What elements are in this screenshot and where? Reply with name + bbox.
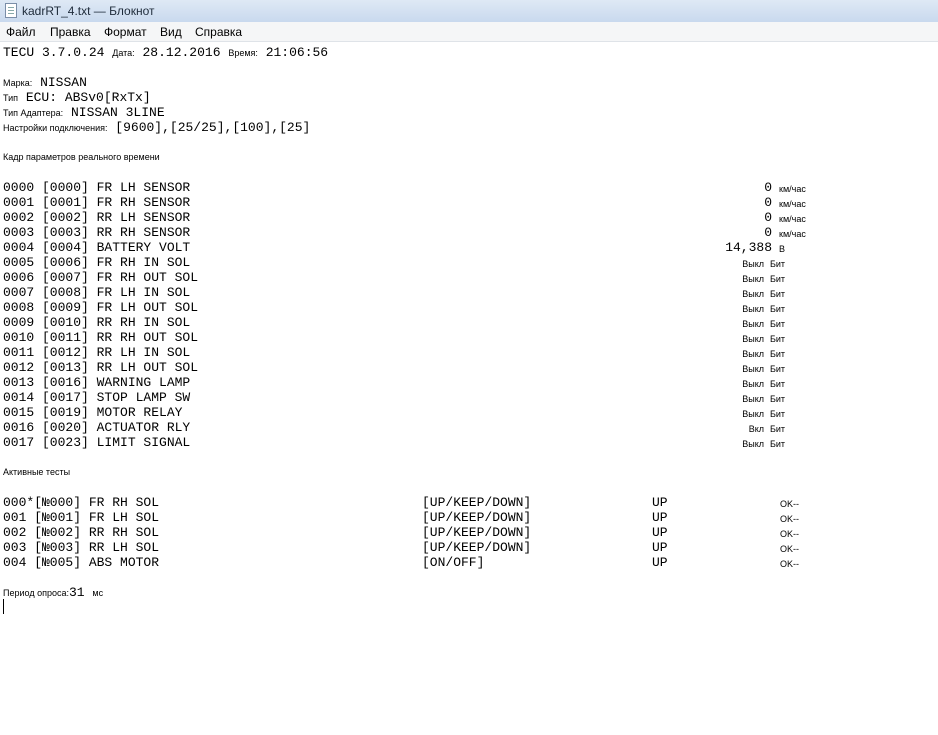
param-value: Выкл	[742, 319, 764, 329]
param-row: 0000 [0000] FR LH SENSOR	[3, 180, 191, 195]
info-adapter-type: Тип Адаптера: NISSAN 3LINE	[3, 105, 165, 120]
param-unit: Бит	[770, 424, 786, 434]
param-row: 0017 [0023] LIMIT SIGNAL	[3, 435, 191, 450]
test-result: OK--	[780, 514, 799, 524]
text-editor[interactable]: TECU 3.7.0.24 Дата: 28.12.2016 Время: 21…	[0, 42, 938, 735]
test-result: OK--	[780, 559, 799, 569]
param-value: Выкл	[742, 439, 764, 449]
param-value: Выкл	[742, 379, 764, 389]
tests-section-title: Активные тесты	[3, 467, 71, 477]
param-row: 0010 [0011] RR RH OUT SOL	[3, 330, 199, 345]
param-unit: км/час	[779, 214, 806, 224]
text-caret	[3, 599, 4, 614]
param-value: 14,388	[725, 240, 772, 255]
param-value: 0	[764, 210, 772, 225]
param-unit: Бит	[770, 274, 786, 284]
param-unit: км/час	[779, 199, 806, 209]
test-state: UP	[652, 525, 668, 540]
param-unit: Бит	[770, 379, 786, 389]
test-row: 000*[№000] FR RH SOL	[3, 495, 160, 510]
param-row: 0001 [0001] FR RH SENSOR	[3, 195, 191, 210]
test-row: 004 [№005] ABS MOTOR	[3, 555, 160, 570]
param-unit: Бит	[770, 364, 786, 374]
param-unit: Бит	[770, 319, 786, 329]
test-state: UP	[652, 510, 668, 525]
test-modes: [UP/KEEP/DOWN]	[422, 525, 532, 540]
param-row: 0005 [0006] FR RH IN SOL	[3, 255, 191, 270]
menu-edit[interactable]: Правка	[50, 25, 91, 39]
test-state: UP	[652, 555, 668, 570]
time-value: 21:06:56	[265, 45, 329, 60]
param-value: 0	[764, 195, 772, 210]
realtime-section-title: Кадр параметров реального времени	[3, 152, 160, 162]
param-unit: км/час	[779, 229, 806, 239]
date-value: 28.12.2016	[142, 45, 221, 60]
menu-view[interactable]: Вид	[160, 25, 182, 39]
param-unit: Бит	[770, 409, 786, 419]
param-unit: Бит	[770, 304, 786, 314]
menu-help[interactable]: Справка	[195, 25, 242, 39]
param-row: 0008 [0009] FR LH OUT SOL	[3, 300, 199, 315]
param-row: 0016 [0020] ACTUATOR RLY	[3, 420, 191, 435]
test-result: OK--	[780, 544, 799, 554]
time-label: Время:	[228, 48, 258, 58]
param-unit: Бит	[770, 349, 786, 359]
param-row: 0011 [0012] RR LH IN SOL	[3, 345, 191, 360]
param-value: Выкл	[742, 289, 764, 299]
app-version: TECU 3.7.0.24	[3, 45, 105, 60]
notepad-icon	[5, 3, 17, 18]
header-line: TECU 3.7.0.24 Дата: 28.12.2016 Время: 21…	[3, 45, 328, 61]
test-result: OK--	[780, 529, 799, 539]
param-unit: Бит	[770, 289, 786, 299]
param-row: 0009 [0010] RR RH IN SOL	[3, 315, 191, 330]
param-value: Выкл	[742, 409, 764, 419]
test-row: 002 [№002] RR RH SOL	[3, 525, 160, 540]
test-modes: [UP/KEEP/DOWN]	[422, 510, 532, 525]
date-label: Дата:	[112, 48, 135, 58]
param-unit: Бит	[770, 259, 786, 269]
test-modes: [UP/KEEP/DOWN]	[422, 540, 532, 555]
param-value: 0	[764, 180, 772, 195]
param-row: 0003 [0003] RR RH SENSOR	[3, 225, 191, 240]
param-value: Выкл	[742, 349, 764, 359]
info-connection: Настройки подключения: [9600],[25/25],[1…	[3, 120, 311, 135]
test-state: UP	[652, 495, 668, 510]
param-row: 0015 [0019] MOTOR RELAY	[3, 405, 183, 420]
param-unit: В	[779, 244, 786, 254]
param-row: 0013 [0016] WARNING LAMP	[3, 375, 191, 390]
menu-format[interactable]: Формат	[104, 25, 147, 39]
param-unit: Бит	[770, 334, 786, 344]
param-row: 0002 [0002] RR LH SENSOR	[3, 210, 191, 225]
param-value: Выкл	[742, 259, 764, 269]
param-row: 0004 [0004] BATTERY VOLT	[3, 240, 191, 255]
param-value: Выкл	[742, 394, 764, 404]
param-unit: Бит	[770, 439, 786, 449]
test-row: 001 [№001] FR LH SOL	[3, 510, 160, 525]
param-value: Выкл	[742, 364, 764, 374]
param-value: 0	[764, 225, 772, 240]
param-row: 0012 [0013] RR LH OUT SOL	[3, 360, 199, 375]
test-row: 003 [№003] RR LH SOL	[3, 540, 160, 555]
param-row: 0007 [0008] FR LH IN SOL	[3, 285, 191, 300]
menu-file[interactable]: Файл	[6, 25, 36, 39]
param-value: Выкл	[742, 334, 764, 344]
test-modes: [ON/OFF]	[422, 555, 485, 570]
poll-period: Период опроса:31 мс	[3, 585, 104, 600]
test-state: UP	[652, 540, 668, 555]
param-row: 0006 [0007] FR RH OUT SOL	[3, 270, 199, 285]
param-value: Вкл	[748, 424, 764, 434]
test-result: OK--	[780, 499, 799, 509]
title-bar: kadrRT_4.txt — Блокнот	[0, 0, 938, 23]
param-value: Выкл	[742, 274, 764, 284]
info-ecu-type: Тип ECU: ABSv0[RxTx]	[3, 90, 151, 105]
test-modes: [UP/KEEP/DOWN]	[422, 495, 532, 510]
menu-bar: Файл Правка Формат Вид Справка	[0, 22, 938, 42]
param-row: 0014 [0017] STOP LAMP SW	[3, 390, 191, 405]
param-value: Выкл	[742, 304, 764, 314]
param-unit: км/час	[779, 184, 806, 194]
info-make: Марка: NISSAN	[3, 75, 87, 90]
param-unit: Бит	[770, 394, 786, 404]
window-title: kadrRT_4.txt — Блокнот	[22, 4, 155, 18]
